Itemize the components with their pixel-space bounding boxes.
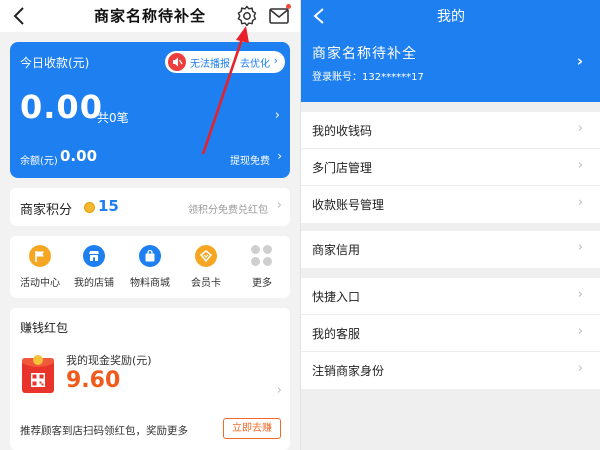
balance-amount: 0.00 <box>60 147 98 165</box>
menu-group-3: 快捷入口 › 我的客服 › 注销商家身份 › <box>301 278 600 389</box>
withdraw-link[interactable]: 提现免费 <box>230 152 270 167</box>
menu-item-multi-store[interactable]: 多门店管理 › <box>301 149 600 186</box>
points-value: 15 <box>98 197 119 215</box>
shop-bag-icon <box>139 245 161 267</box>
chevron-right-icon[interactable]: › <box>277 149 282 163</box>
menu-group-1: 我的收钱码 › 多门店管理 › 收款账号管理 › <box>301 112 600 223</box>
menu-item-my-payment-code[interactable]: 我的收钱码 › <box>301 112 600 149</box>
shortcut-label: 会员卡 <box>191 278 221 289</box>
shortcut-label: 物料商城 <box>130 278 170 289</box>
chevron-right-icon: › <box>273 54 278 67</box>
shortcut-activity-center[interactable]: 活动中心 <box>12 245 68 295</box>
cash-reward-amount: 9.60 <box>66 368 121 393</box>
login-account: 登录账号：132******17 <box>312 72 424 83</box>
shortcut-member-card[interactable]: 会员卡 <box>178 245 234 295</box>
gear-icon[interactable] <box>236 5 258 27</box>
transaction-count: 共0笔 <box>97 111 129 125</box>
flag-icon <box>29 245 51 267</box>
redpacket-title: 赚钱红包 <box>20 321 69 335</box>
chevron-right-icon: › <box>577 324 583 339</box>
chevron-right-icon: › <box>577 158 583 173</box>
profile-screen: 我的 商家名称待补全 登录账号：132******17 › 我的收钱码 › 多门… <box>300 0 600 450</box>
redpacket-description: 推荐顾客到店扫码领红包，奖励更多 <box>20 425 188 437</box>
earn-now-button[interactable]: 立即去赚 <box>223 418 281 439</box>
shortcut-my-store[interactable]: 我的店铺 <box>66 245 122 295</box>
shortcut-label: 更多 <box>252 278 272 289</box>
menu-item-cancel-merchant[interactable]: 注销商家身份 › <box>301 352 600 389</box>
menu-item-merchant-credit[interactable]: 商家信用 › <box>301 231 600 268</box>
shortcut-more[interactable]: 更多 <box>234 245 290 295</box>
page-title: 我的 <box>437 9 465 25</box>
balance-label: 余额(元) <box>20 156 58 167</box>
chevron-right-icon: › <box>577 121 583 136</box>
chevron-right-icon: › <box>577 361 583 376</box>
menu-item-quick-entry[interactable]: 快捷入口 › <box>301 278 600 315</box>
merchant-points-row[interactable]: 商家积分 15 领积分免费兑红包 › <box>10 188 290 226</box>
shortcut-grid: 活动中心 我的店铺 物料商城 会员卡 更多 <box>10 236 290 298</box>
top-bar: 商家名称待补全 <box>0 0 300 32</box>
store-icon <box>83 245 105 267</box>
earn-redpacket-card[interactable]: 赚钱红包 我的现金奖励(元) 9.60 › 推荐顾客到店扫码领红包，奖励更多 立… <box>10 308 290 450</box>
mail-icon[interactable] <box>268 6 290 26</box>
red-packet-qr-icon <box>22 355 54 393</box>
chevron-right-icon[interactable]: › <box>577 52 583 70</box>
today-income-label: 今日收款(元) <box>20 56 90 70</box>
chevron-right-icon: › <box>276 198 282 213</box>
home-screen: 商家名称待补全 今日收款(元) 无法播报，去优化 › 0.00 共0笔 › 余额… <box>0 0 300 450</box>
menu-group-2: 商家信用 › <box>301 231 600 268</box>
menu-item-label: 商家信用 <box>312 243 361 257</box>
points-label: 商家积分 <box>20 203 73 218</box>
chevron-right-icon[interactable]: › <box>275 108 280 123</box>
shortcut-label: 我的店铺 <box>74 278 114 289</box>
broadcast-alert-button[interactable]: 无法播报，去优化 › <box>165 51 285 73</box>
today-income-card[interactable]: 今日收款(元) 无法播报，去优化 › 0.00 共0笔 › 余额(元) 0.00… <box>10 42 290 178</box>
broadcast-alert-text: 无法播报，去优化 <box>190 59 270 70</box>
chevron-right-icon: › <box>577 195 583 210</box>
more-grid-icon <box>251 245 273 267</box>
chevron-right-icon: › <box>577 287 583 302</box>
merchant-name[interactable]: 商家名称待补全 <box>312 43 417 63</box>
cash-reward-label: 我的现金奖励(元) <box>66 354 152 367</box>
menu-item-label: 快捷入口 <box>312 290 361 304</box>
today-income-amount: 0.00 <box>20 88 103 126</box>
shortcut-label: 活动中心 <box>20 278 60 289</box>
menu-item-label: 注销商家身份 <box>312 364 385 378</box>
speaker-muted-icon <box>168 53 186 71</box>
menu-item-label: 收款账号管理 <box>312 198 385 212</box>
points-redeem-link[interactable]: 领积分免费兑红包 <box>188 201 268 216</box>
chevron-right-icon: › <box>276 383 282 398</box>
chevron-right-icon: › <box>577 240 583 255</box>
menu-item-customer-service[interactable]: 我的客服 › <box>301 315 600 352</box>
menu-item-label: 我的客服 <box>312 327 361 341</box>
menu-item-payment-account[interactable]: 收款账号管理 › <box>301 186 600 223</box>
coin-icon <box>84 202 95 213</box>
member-card-icon <box>195 245 217 267</box>
profile-header: 我的 商家名称待补全 登录账号：132******17 › <box>301 0 600 102</box>
menu-item-label: 我的收钱码 <box>312 124 373 138</box>
notification-dot <box>286 4 291 9</box>
menu-item-label: 多门店管理 <box>312 161 373 175</box>
shortcut-material-mall[interactable]: 物料商城 <box>122 245 178 295</box>
